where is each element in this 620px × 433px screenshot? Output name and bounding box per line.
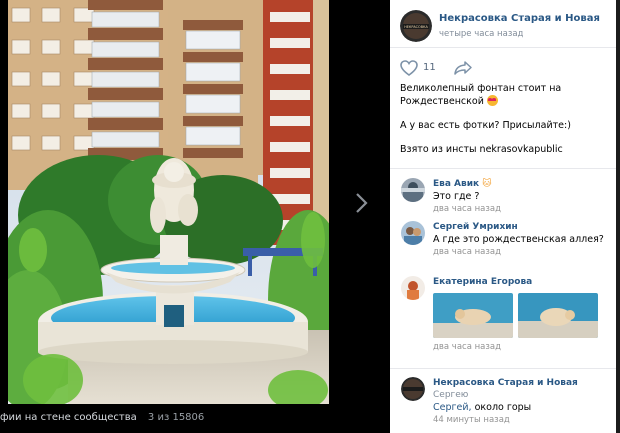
heart-icon: [400, 60, 418, 76]
reply-to[interactable]: Сергею: [433, 390, 468, 400]
commenter-avatar[interactable]: [401, 276, 425, 300]
comment-author-name[interactable]: Некрасовка Старая и Новая: [433, 378, 578, 388]
comment: Ева Авик 🐱 Это где ? два часа назад: [390, 178, 616, 221]
comment-author[interactable]: Сергей Умрихин: [433, 221, 616, 233]
comment-author[interactable]: Некрасовка Старая и Новая Сергею: [433, 377, 616, 401]
community-avatar[interactable]: НЕКРАСОВКА: [400, 10, 432, 42]
comment-time[interactable]: два часа назад: [433, 246, 616, 259]
commenter-avatar[interactable]: [401, 377, 425, 401]
post-actions: 11: [390, 48, 616, 83]
commenter-avatar[interactable]: [401, 221, 425, 245]
cat-emoji-icon: 🐱: [482, 179, 492, 189]
commenter-avatar[interactable]: [401, 178, 425, 202]
comment-author[interactable]: Екатерина Егорова: [433, 276, 616, 288]
comment: Некрасовка Старая и Новая Сергею Сергей,…: [390, 377, 616, 425]
post-time[interactable]: четыре часа назад: [439, 29, 523, 39]
post-text-line4: Взято из инсты nekrasovkapublic: [400, 144, 563, 155]
comment-time[interactable]: два часа назад: [433, 203, 616, 216]
comment-time[interactable]: два часа назад: [433, 341, 616, 354]
comment-text-body: около горы: [474, 402, 532, 413]
like-button[interactable]: [400, 60, 418, 80]
comment-author[interactable]: Ева Авик 🐱: [433, 178, 616, 190]
share-arrow-icon: [454, 61, 472, 75]
comment-text: Сергей, около горы: [433, 401, 616, 414]
next-photo-arrow[interactable]: [348, 188, 374, 218]
album-link[interactable]: фии на стене сообщества: [0, 412, 137, 423]
post-text-line2: Рождественской: [400, 96, 484, 107]
comments-list: Ева Авик 🐱 Это где ? два часа назад Серг…: [390, 169, 616, 425]
scrollbar[interactable]: [616, 0, 620, 433]
post-text-line3: А у вас есть фотки? Присылайте:): [400, 120, 571, 131]
attached-photo[interactable]: [518, 293, 598, 338]
post-author[interactable]: Некрасовка Старая и Новая: [439, 13, 600, 24]
post-photo[interactable]: [8, 0, 329, 404]
reply-mention[interactable]: Сергей,: [433, 402, 472, 413]
comment: Екатерина Егорова два часа назад: [390, 276, 616, 368]
photo-counter: 3 из 15806: [147, 412, 205, 423]
post-text-line1: Великолепный фонтан стоит на: [400, 83, 562, 94]
comment-attachments: [433, 293, 616, 338]
post-panel: НЕКРАСОВКА Некрасовка Старая и Новая чет…: [390, 0, 616, 433]
avatar-logo-text: НЕКРАСОВКА: [404, 25, 428, 29]
like-count: 11: [423, 62, 436, 73]
comment-time[interactable]: 44 минуты назад: [433, 414, 616, 427]
photo-caption: фии на стене сообщества 3 из 15806: [0, 412, 390, 432]
comment-text: Это где ?: [433, 191, 480, 202]
post-header: НЕКРАСОВКА Некрасовка Старая и Новая чет…: [390, 0, 616, 48]
photo-viewer: фии на стене сообщества 3 из 15806: [0, 0, 390, 433]
comment: Сергей Умрихин А где это рождественская …: [390, 221, 616, 276]
chevron-right-icon: [356, 193, 368, 213]
comment-author-name[interactable]: Ева Авик: [433, 179, 479, 189]
heart-eyes-emoji-icon: [486, 95, 498, 106]
post-text: Великолепный фонтан стоит на Рождественс…: [390, 83, 616, 156]
comment-text: А где это рождественская аллея?: [433, 234, 604, 245]
share-button[interactable]: [453, 60, 473, 80]
divider: [390, 368, 616, 369]
attached-photo[interactable]: [433, 293, 513, 338]
